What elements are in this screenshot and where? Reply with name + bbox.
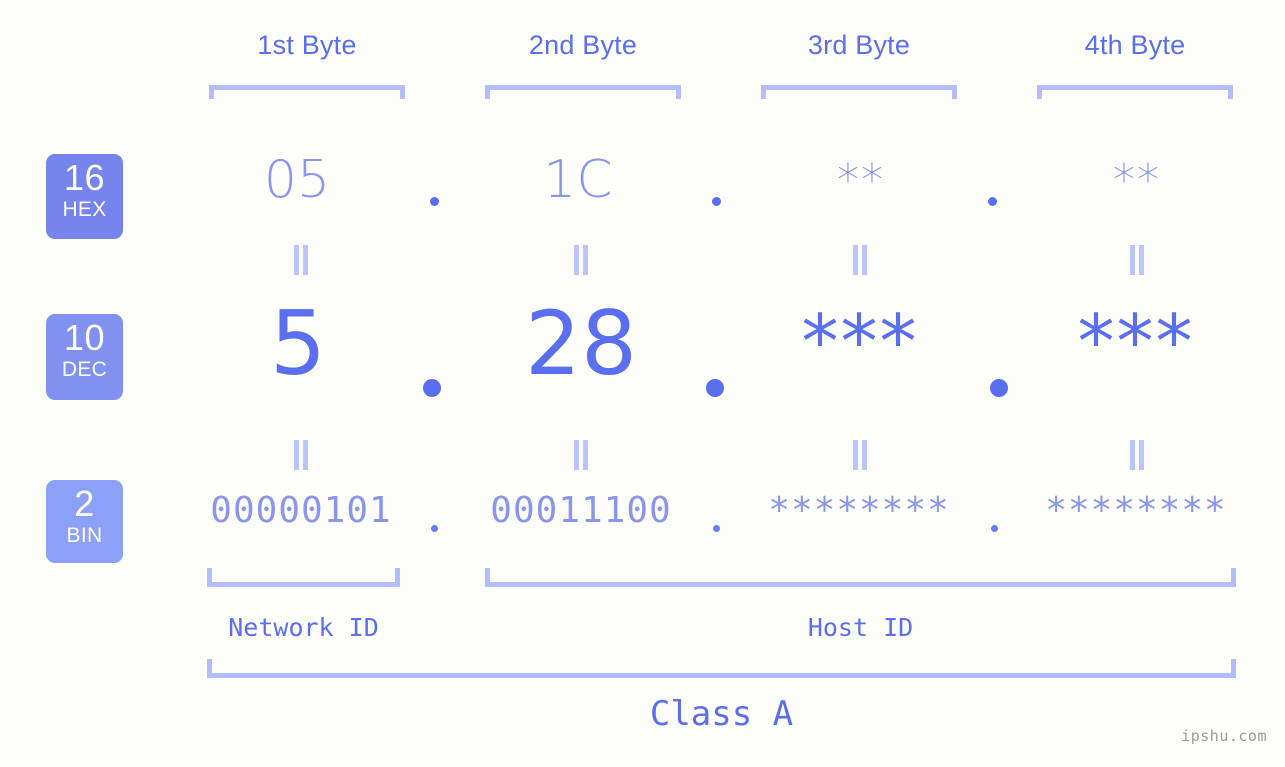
- dec-byte-2: 28: [525, 292, 637, 395]
- host-id-bracket: [485, 568, 1236, 587]
- base-badge-bin-radix: 2: [74, 483, 95, 524]
- base-badge-hex: 16 HEX: [46, 154, 123, 239]
- hex-byte-2: 1C: [543, 150, 613, 210]
- base-badge-hex-name: HEX: [62, 198, 107, 221]
- byte-bracket-2: [485, 85, 681, 99]
- bin-byte-4: ********: [1045, 490, 1227, 531]
- network-id-bracket: [207, 568, 400, 587]
- equals-separator-hex-dec-2: [568, 245, 592, 275]
- hex-byte-1: 05: [263, 150, 331, 210]
- network-id-label: Network ID: [228, 613, 379, 642]
- dec-dot-separator-2: [706, 379, 724, 397]
- bin-byte-2: 00011100: [490, 490, 672, 531]
- byte-header-1: 1st Byte: [257, 30, 357, 60]
- equals-separator-hex-dec-1: [288, 245, 312, 275]
- base-badge-dec-name: DEC: [61, 358, 108, 381]
- base-badge-hex-radix: 16: [63, 157, 106, 198]
- ip-address-breakdown-diagram: 1st Byte 2nd Byte 3rd Byte 4th Byte 16 H…: [0, 0, 1285, 767]
- byte-header-4: 4th Byte: [1084, 30, 1186, 60]
- base-badge-dec: 10 DEC: [46, 314, 123, 400]
- base-badge-bin-name: BIN: [66, 524, 103, 547]
- equals-separator-dec-bin-4: [1124, 440, 1148, 470]
- dec-byte-4: ***: [1077, 299, 1195, 385]
- hex-dot-separator-2: [712, 197, 721, 206]
- class-label: Class A: [649, 694, 794, 734]
- base-badge-bin: 2 BIN: [46, 480, 123, 563]
- equals-separator-dec-bin-1: [288, 440, 312, 470]
- base-badge-dec-radix: 10: [63, 317, 106, 358]
- class-bracket: [207, 659, 1236, 678]
- bin-byte-3: ********: [768, 490, 950, 531]
- host-id-label: Host ID: [807, 613, 914, 642]
- hex-byte-3: **: [837, 155, 885, 206]
- dec-byte-3: ***: [801, 299, 919, 385]
- dec-dot-separator-1: [423, 379, 441, 397]
- bin-dot-separator-1: [431, 525, 438, 532]
- hex-dot-separator-1: [430, 197, 439, 206]
- hex-byte-4: **: [1113, 155, 1161, 206]
- byte-header-3: 3rd Byte: [807, 30, 911, 60]
- byte-bracket-1: [209, 85, 405, 99]
- byte-header-2: 2nd Byte: [528, 30, 638, 60]
- equals-separator-dec-bin-3: [847, 440, 871, 470]
- equals-separator-hex-dec-4: [1124, 245, 1148, 275]
- byte-bracket-3: [761, 85, 957, 99]
- hex-dot-separator-3: [988, 197, 997, 206]
- site-watermark: ipshu.com: [1181, 727, 1267, 745]
- bin-dot-separator-2: [713, 525, 720, 532]
- byte-bracket-4: [1037, 85, 1233, 99]
- dec-dot-separator-3: [990, 379, 1008, 397]
- bin-dot-separator-3: [991, 525, 998, 532]
- equals-separator-hex-dec-3: [847, 245, 871, 275]
- dec-byte-1: 5: [270, 292, 326, 395]
- bin-byte-1: 00000101: [210, 490, 392, 531]
- equals-separator-dec-bin-2: [568, 440, 592, 470]
